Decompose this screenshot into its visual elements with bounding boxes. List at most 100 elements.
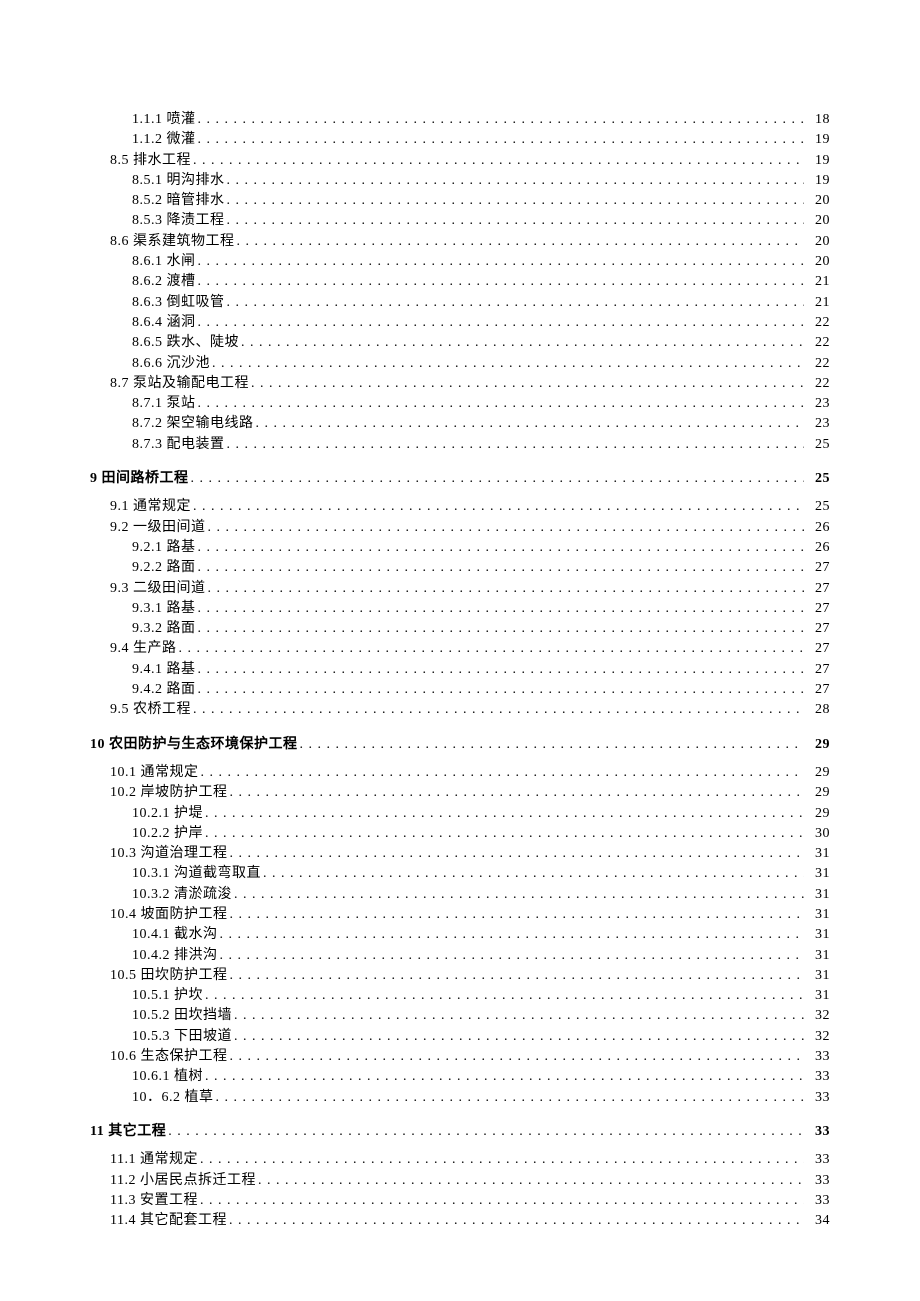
toc-leader-dots [193,151,804,171]
toc-entry: 1.1.1喷灌18 [90,110,830,130]
toc-entry-page: 22 [806,354,830,374]
toc-entry-number: 10.3 [110,844,137,864]
toc-leader-dots [256,414,805,434]
toc-entry-page: 28 [806,700,830,720]
toc-leader-dots [198,272,805,292]
toc-entry-title: 路基 [167,660,196,680]
toc-leader-dots [205,824,804,844]
toc-entry-title: 明沟排水 [167,171,225,191]
toc-entry: 8.5.2暗管排水20 [90,191,830,211]
toc-entry-number: 8.7.3 [132,435,163,455]
toc-entry-page: 22 [806,374,830,394]
toc-entry-page: 33 [806,1067,830,1087]
toc-entry: 8.5.1明沟排水 19 [90,171,830,191]
toc-entry: 10.5田坎防护工程31 [90,966,830,986]
toc-entry-page: 30 [806,824,830,844]
toc-entry-page: 25 [806,435,830,455]
toc-entry-title: 安置工程 [140,1191,198,1211]
toc-entry-page: 21 [806,293,830,313]
toc-leader-dots [198,619,805,639]
toc-entry-page: 31 [806,946,830,966]
toc-leader-dots [258,1171,804,1191]
toc-entry-number: 10．6.2 [132,1088,181,1108]
toc-leader-dots [230,966,805,986]
toc-entry-number: 8.5.3 [132,211,163,231]
toc-leader-dots [230,1047,805,1067]
toc-leader-dots [205,986,804,1006]
toc-entry: 1.1.2微灌19 [90,130,830,150]
toc-entry-number: 10.3.1 [132,864,170,884]
toc-leader-dots [230,783,805,803]
toc-entry-page: 29 [806,735,830,755]
toc-entry-page: 22 [806,313,830,333]
toc-leader-dots [198,538,805,558]
toc-leader-dots [205,1067,804,1087]
toc-entry: 10.5.1护坎31 [90,986,830,1006]
toc-entry-title: 护坎 [174,986,203,1006]
toc-entry-number: 10.4 [110,905,137,925]
toc-entry: 9.2.2路面27 [90,558,830,578]
toc-leader-dots [198,130,805,150]
toc-entry-title: 其它配套工程 [140,1211,227,1231]
toc-entry-number: 10 [90,735,105,755]
toc-entry-title: 岸坡防护工程 [141,783,228,803]
toc-entry-page: 27 [806,639,830,659]
toc-entry: 10.4.1截水沟31 [90,925,830,945]
toc-entry: 10.4坡面防护工程31 [90,905,830,925]
toc-entry-title: 生态保护工程 [141,1047,228,1067]
toc-entry-page: 23 [806,414,830,434]
toc-entry-number: 10.1 [110,763,137,783]
toc-entry: 8.5排水工程19 [90,151,830,171]
toc-entry-title: 田坎防护工程 [141,966,228,986]
toc-entry-page: 31 [806,885,830,905]
toc-entry: 11.1通常规定33 [90,1150,830,1170]
toc-leader-dots [220,946,805,966]
toc-entry-page: 27 [806,660,830,680]
toc-entry-page: 33 [806,1191,830,1211]
toc-entry-title: 配电装置 [167,435,225,455]
toc-entry: 11其它工程33 [90,1122,830,1142]
toc-leader-dots [198,110,805,130]
toc-entry-page: 33 [806,1171,830,1191]
toc-entry-number: 11.2 [110,1171,136,1191]
toc-entry-title: 沟道治理工程 [141,844,228,864]
toc-entry-title: 涵洞 [167,313,196,333]
toc-entry-number: 11.1 [110,1150,136,1170]
toc-leader-dots [200,1150,804,1170]
toc-entry: 10.6.1植树33 [90,1067,830,1087]
toc-entry-page: 29 [806,763,830,783]
toc-entry: 10农田防护与生态环境保护工程29 [90,735,830,755]
toc-entry-number: 10.4.1 [132,925,170,945]
toc-entry-number: 8.5.1 [132,171,163,191]
toc-entry-number: 8.5.2 [132,191,163,211]
toc-entry-number: 10.5.1 [132,986,170,1006]
toc-leader-dots [230,844,805,864]
toc-entry-title: 微灌 [167,130,196,150]
toc-entry-number: 11.4 [110,1211,136,1231]
toc-leader-dots [220,925,805,945]
toc-entry: 10.5.2田坎挡墙32 [90,1006,830,1026]
toc-entry-number: 9.2 [110,518,129,538]
toc-entry-title: 通常规定 [140,1150,198,1170]
toc-leader-dots [227,211,805,231]
toc-entry: 10．6.2植草33 [90,1088,830,1108]
toc-entry: 8.7.1泵站23 [90,394,830,414]
toc-entry-title: 沉沙池 [167,354,211,374]
toc-entry: 8.5.3降渍工程20 [90,211,830,231]
toc-entry: 9.4.1路基27 [90,660,830,680]
toc-leader-dots [234,885,804,905]
toc-entry: 9.5农桥工程28 [90,700,830,720]
toc-entry-title: 小居民点拆迁工程 [140,1171,256,1191]
toc-entry-page: 19 [806,171,830,191]
toc-entry-page: 26 [806,518,830,538]
toc-entry: 10.5.3下田坡道32 [90,1027,830,1047]
toc-entry-title: 泵站及输配电工程 [133,374,249,394]
toc-entry-number: 9.3 [110,579,129,599]
toc-entry-title: 下田坡道 [174,1027,232,1047]
toc-entry: 10.2岸坡防护工程29 [90,783,830,803]
toc-entry-number: 9.3.1 [132,599,163,619]
toc-entry-page: 23 [806,394,830,414]
toc-leader-dots [227,435,805,455]
toc-entry: 8.6.3倒虹吸管21 [90,293,830,313]
toc-entry-number: 8.6.2 [132,272,163,292]
